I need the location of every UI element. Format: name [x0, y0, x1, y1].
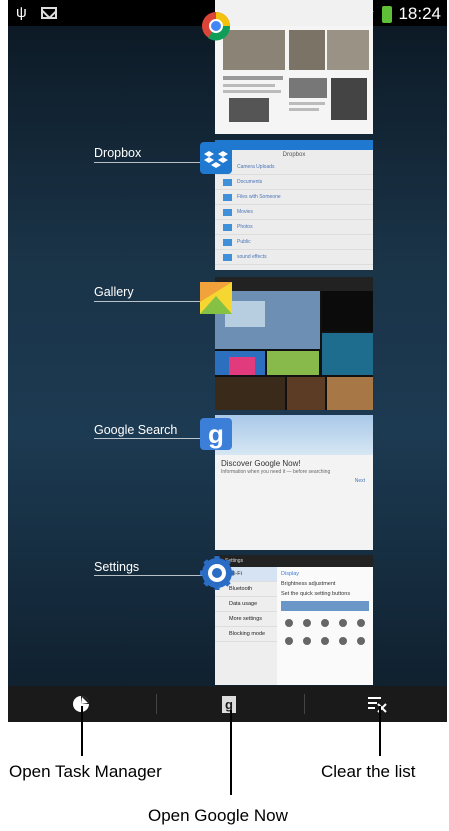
callout-google-now: Open Google Now [148, 806, 288, 825]
gallery-icon [200, 282, 232, 314]
recent-app-card-settings[interactable]: Settings Wi-Fi Bluetooth Data usage More… [215, 555, 373, 685]
recent-app-label: Settings [94, 560, 140, 574]
recent-app-label: Gallery [94, 285, 134, 299]
chrome-icon [200, 10, 232, 42]
divider-line [94, 575, 206, 576]
clear-all-icon [368, 697, 387, 713]
usb-icon: ψ [16, 4, 27, 21]
google-now-button[interactable]: g [156, 686, 302, 722]
clear-list-button[interactable] [304, 686, 447, 722]
status-time: 18:24 [398, 4, 441, 23]
recent-app-label: Dropbox [94, 146, 142, 160]
divider-line [94, 438, 206, 439]
recent-app-card-google-search[interactable]: Discover Google Now! Information when yo… [215, 415, 373, 550]
recent-apps-screen: ψ ◦◦ ▼ 18:24 Dropbox [8, 0, 447, 722]
divider-line [94, 301, 204, 302]
callout-line [81, 706, 83, 756]
recent-app-card-browser[interactable] [215, 0, 373, 134]
recent-app-label: Google Search [94, 423, 178, 437]
settings-gear-icon [200, 556, 234, 590]
divider-line [94, 162, 206, 163]
callout-line [230, 710, 232, 795]
recent-app-card-dropbox[interactable]: Dropbox Camera Uploads Documents Files w… [215, 140, 373, 270]
callout-line [379, 706, 381, 756]
browser-thumbnail [215, 26, 373, 134]
google-search-icon: g [200, 418, 232, 450]
callout-clear-list: Clear the list [321, 762, 416, 781]
battery-icon [382, 5, 393, 23]
email-icon [40, 6, 57, 19]
recents-bottom-bar: g [8, 686, 447, 722]
gallery-thumbnail [215, 277, 373, 410]
recent-app-card-gallery[interactable] [215, 277, 373, 410]
dropbox-icon [200, 142, 232, 174]
google-now-icon: g [222, 695, 236, 713]
callout-task-manager: Open Task Manager [9, 762, 162, 781]
